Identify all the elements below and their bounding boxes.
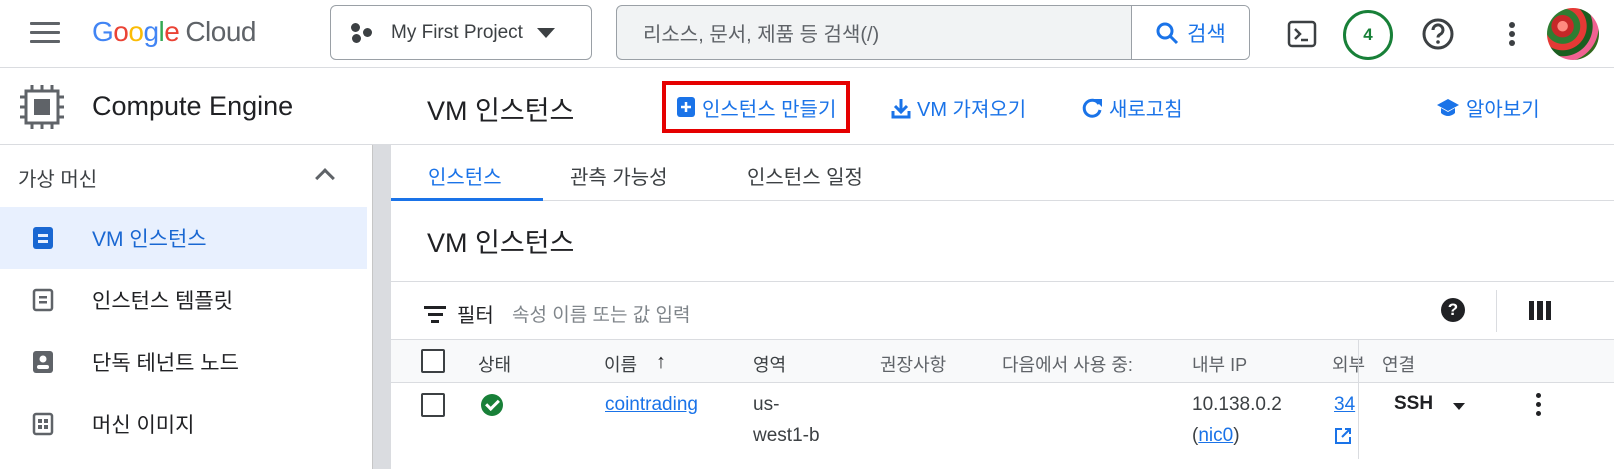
tab-instances[interactable]: 인스턴스 bbox=[428, 161, 502, 190]
filter-input[interactable]: 속성 이름 또는 값 입력 bbox=[512, 300, 690, 327]
avatar[interactable] bbox=[1547, 8, 1599, 60]
google-cloud-logo[interactable]: Google Cloud bbox=[92, 16, 256, 48]
logo-letter: o bbox=[113, 16, 129, 47]
refresh-icon bbox=[1082, 98, 1102, 118]
sole-tenant-icon bbox=[32, 350, 54, 374]
vm-instance-icon bbox=[32, 226, 54, 250]
project-picker-button[interactable]: My First Project bbox=[330, 5, 592, 60]
sidebar-item-label: 단독 테넌트 노드 bbox=[92, 352, 239, 375]
sidebar-item-instance-templates[interactable]: 인스턴스 템플릿 bbox=[0, 269, 367, 331]
search-button[interactable]: 검색 bbox=[1131, 6, 1249, 59]
nic-paren-close: ) bbox=[1233, 425, 1240, 446]
machine-image-icon bbox=[32, 412, 54, 436]
search-icon bbox=[1156, 22, 1179, 44]
row-more-icon[interactable] bbox=[1536, 393, 1542, 420]
filter-bar: 필터 속성 이름 또는 값 입력 ? bbox=[391, 281, 1614, 339]
logo-letter: o bbox=[128, 16, 144, 47]
instance-zone-cont: west1-b bbox=[753, 425, 820, 446]
column-header-name[interactable]: 이름 bbox=[604, 351, 637, 377]
column-header-external-ip[interactable]: 외부 bbox=[1332, 351, 1365, 377]
internal-ip: 10.138.0.2 bbox=[1192, 394, 1282, 415]
more-vert-icon[interactable] bbox=[1492, 14, 1532, 54]
create-instance-button[interactable]: 인스턴스 만들기 bbox=[662, 81, 851, 133]
filter-icon[interactable] bbox=[423, 306, 447, 327]
page-header: VM 인스턴스 인스턴스 만들기 VM 가져오기 새로고침 알아보기 bbox=[391, 69, 1614, 145]
menu-icon[interactable] bbox=[30, 22, 60, 44]
table-row: cointrading us- west1-b 10.138.0.2 (nic0… bbox=[391, 339, 1614, 469]
project-name: My First Project bbox=[391, 21, 523, 43]
sidebar-item-machine-images[interactable]: 머신 이미지 bbox=[0, 393, 367, 455]
column-header-status[interactable]: 상태 bbox=[478, 351, 511, 377]
sidebar-item-label: 인스턴스 템플릿 bbox=[92, 290, 234, 313]
logo-letter: g bbox=[143, 16, 159, 47]
sidebar-item-label: 머신 이미지 bbox=[92, 414, 195, 437]
logo-cloud-text: Cloud bbox=[185, 16, 256, 47]
column-header-zone[interactable]: 영역 bbox=[753, 351, 786, 377]
tab-bar: 인스턴스 관측 가능성 인스턴스 일정 bbox=[391, 145, 1614, 201]
sidebar-section-label: 가상 머신 bbox=[18, 168, 98, 191]
section-title: VM 인스턴스 bbox=[427, 228, 575, 258]
page-title: VM 인스턴스 bbox=[427, 96, 575, 126]
open-external-icon[interactable] bbox=[1334, 424, 1352, 455]
cloud-shell-icon[interactable] bbox=[1282, 14, 1322, 54]
column-header-recommendations[interactable]: 권장사항 bbox=[880, 351, 946, 377]
sidebar-item-label: VM 인스턴스 bbox=[92, 228, 207, 251]
sidebar-item-sole-tenant-nodes[interactable]: 단독 테넌트 노드 bbox=[0, 331, 367, 393]
search-bar: 리소스, 문서, 제품 등 검색(/) 검색 bbox=[616, 5, 1250, 60]
status-running-icon bbox=[481, 394, 503, 416]
notifications-badge[interactable]: 4 bbox=[1343, 10, 1393, 60]
ssh-dropdown-icon[interactable] bbox=[1453, 403, 1465, 410]
logo-letter: e bbox=[164, 16, 180, 47]
logo-letter: G bbox=[92, 16, 114, 47]
sidebar-header: Compute Engine bbox=[0, 69, 391, 145]
filter-label[interactable]: 필터 bbox=[457, 299, 494, 328]
table-header: 상태 이름 ↑ 영역 권장사항 다음에서 사용 중: 내부 IP 외부 연결 bbox=[391, 339, 1614, 383]
nic-cell: (nic0) bbox=[1192, 420, 1240, 451]
help-icon[interactable] bbox=[1418, 14, 1458, 54]
top-bar: Google Cloud My First Project 리소스, 문서, 제품… bbox=[0, 0, 1614, 68]
refresh-label: 새로고침 bbox=[1109, 99, 1183, 121]
import-vm-label: VM 가져오기 bbox=[917, 99, 1027, 121]
search-button-label: 검색 bbox=[1187, 22, 1226, 46]
download-icon bbox=[891, 98, 911, 118]
sidebar: Compute Engine 가상 머신 VM 인스턴스 인스턴스 템플릿 단독… bbox=[0, 69, 391, 469]
help-icon[interactable]: ? bbox=[1441, 298, 1465, 322]
refresh-button[interactable]: 새로고침 bbox=[1081, 93, 1183, 122]
sort-ascending-icon[interactable]: ↑ bbox=[656, 351, 666, 374]
learn-button[interactable]: 알아보기 bbox=[1436, 93, 1540, 122]
learn-label: 알아보기 bbox=[1466, 99, 1540, 121]
divider bbox=[1496, 290, 1497, 332]
column-display-icon[interactable] bbox=[1529, 301, 1551, 320]
add-box-icon bbox=[677, 97, 695, 117]
column-header-internal-ip[interactable]: 내부 IP bbox=[1192, 351, 1247, 377]
row-checkbox[interactable] bbox=[421, 393, 445, 417]
project-icon bbox=[351, 21, 379, 45]
tab-instance-schedules[interactable]: 인스턴스 일정 bbox=[747, 161, 863, 190]
instance-name-link[interactable]: cointrading bbox=[605, 389, 698, 420]
chevron-up-icon bbox=[315, 168, 335, 188]
column-header-in-use-by[interactable]: 다음에서 사용 중: bbox=[1002, 351, 1133, 377]
sidebar-item-vm-instances[interactable]: VM 인스턴스 bbox=[0, 207, 367, 269]
select-all-checkbox[interactable] bbox=[421, 349, 445, 373]
create-instance-label: 인스턴스 만들기 bbox=[702, 98, 837, 121]
sidebar-section-virtual-machines[interactable]: 가상 머신 bbox=[0, 147, 391, 207]
nic-link[interactable]: nic0 bbox=[1198, 425, 1233, 446]
section-heading: VM 인스턴스 bbox=[391, 201, 1614, 281]
dropdown-caret-icon bbox=[536, 27, 555, 38]
divider bbox=[1358, 339, 1359, 459]
product-title: Compute Engine bbox=[92, 91, 294, 121]
instance-zone: us- bbox=[753, 394, 780, 415]
main-content: VM 인스턴스 인스턴스 만들기 VM 가져오기 새로고침 알아보기 인스턴스 … bbox=[391, 69, 1614, 469]
external-ip-link[interactable]: 34 bbox=[1334, 389, 1355, 420]
school-icon bbox=[1437, 98, 1459, 116]
tab-observability[interactable]: 관측 가능성 bbox=[570, 161, 668, 190]
sidebar-scrollbar[interactable] bbox=[372, 145, 391, 469]
template-icon bbox=[32, 288, 54, 312]
column-header-connect[interactable]: 연결 bbox=[1382, 351, 1415, 377]
search-input[interactable]: 리소스, 문서, 제품 등 검색(/) bbox=[617, 6, 1131, 59]
import-vm-button[interactable]: VM 가져오기 bbox=[891, 93, 1026, 122]
compute-engine-icon bbox=[18, 83, 66, 131]
ssh-button[interactable]: SSH bbox=[1394, 393, 1433, 415]
